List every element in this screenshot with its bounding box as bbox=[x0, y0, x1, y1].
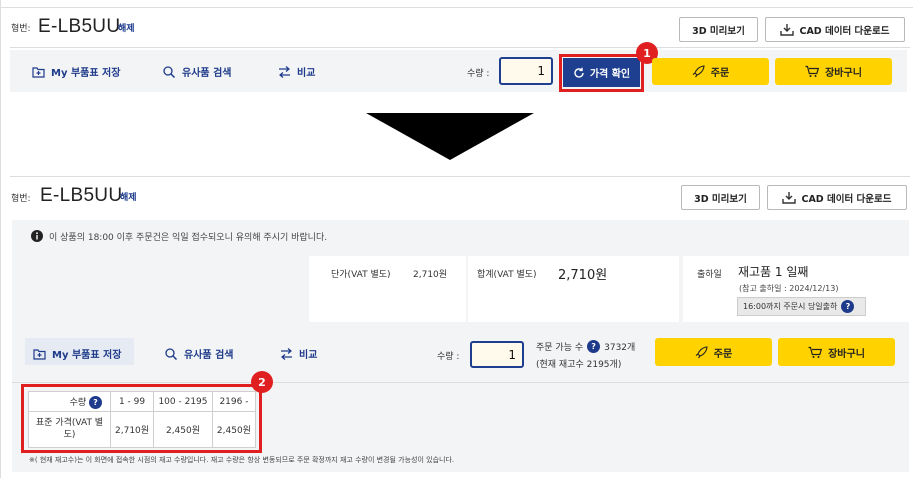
notice-text: 이 상품의 18:00 이후 주문건은 익일 접수되오니 유의해 주시기 바랍니… bbox=[49, 233, 328, 243]
compare-arrows-icon bbox=[279, 65, 290, 78]
clear-link[interactable]: 해제 bbox=[118, 21, 135, 34]
ship-label: 출하일 bbox=[697, 270, 722, 280]
order-label: 주문 bbox=[710, 68, 730, 79]
model-label-2: 형번: bbox=[11, 194, 31, 204]
refresh-icon bbox=[574, 67, 584, 78]
ship-ref-date: (참고 출하일 : 2024/12/13) bbox=[739, 284, 839, 293]
cad-download-button[interactable]: CAD 데이터 다운로드 bbox=[765, 17, 905, 42]
folder-plus-icon bbox=[33, 348, 46, 360]
rocket-icon bbox=[695, 345, 708, 358]
price-check-label: 가격 확인 bbox=[589, 69, 631, 80]
save-bom-label-2: My 부품표 저장 bbox=[52, 350, 122, 361]
cart-label: 장바구니 bbox=[825, 68, 862, 79]
save-bom-label: My 부품표 저장 bbox=[51, 68, 121, 79]
similar-search-label-2: 유사품 검색 bbox=[184, 350, 234, 361]
orderable-value: 3732개 bbox=[604, 343, 636, 353]
help-icon[interactable]: ? bbox=[841, 300, 855, 313]
similar-search-button[interactable]: 유사품 검색 bbox=[162, 64, 231, 79]
total-label: 합계(VAT 별도) bbox=[477, 270, 537, 280]
3d-preview-label: 3D 미리보기 bbox=[692, 25, 745, 37]
similar-search-button-2[interactable]: 유사품 검색 bbox=[164, 346, 233, 361]
orderable-row: 주문 가능 수 ? 3732개 bbox=[536, 340, 635, 353]
cart-button[interactable]: 장바구니 bbox=[775, 58, 892, 85]
similar-search-label: 유사품 검색 bbox=[182, 68, 232, 79]
qty-input-2[interactable]: 1 bbox=[470, 341, 524, 368]
compare-button-2[interactable]: 비교 bbox=[280, 346, 317, 361]
model-number: E-LB5UU bbox=[38, 16, 121, 37]
down-arrow-icon bbox=[366, 113, 534, 160]
compare-label-2: 비교 bbox=[299, 350, 318, 361]
step-badge-2: 2 bbox=[251, 371, 273, 393]
3d-preview-button[interactable]: 3D 미리보기 bbox=[679, 17, 758, 42]
stock-footnote: ※( 현재 재고수)는 이 화면에 접속한 시점의 재고 수량입니다. 재고 수… bbox=[29, 456, 455, 464]
ship-value: 재고품 1 일째 bbox=[738, 265, 809, 279]
cart-label-2: 장바구니 bbox=[828, 348, 865, 360]
search-icon bbox=[165, 348, 178, 360]
folder-plus-icon bbox=[32, 66, 45, 78]
qty-label: 수량 : bbox=[467, 69, 490, 79]
unit-price-box bbox=[309, 256, 466, 322]
table-highlight bbox=[21, 384, 262, 453]
qty-value-2: 1 bbox=[508, 347, 516, 362]
3d-preview-button-2[interactable]: 3D 미리보기 bbox=[681, 185, 760, 210]
order-button-2[interactable]: 주문 bbox=[655, 338, 772, 366]
bottom-top-rule bbox=[10, 176, 910, 177]
top-action-panel bbox=[10, 50, 907, 92]
qty-value: 1 bbox=[537, 64, 545, 78]
download-icon bbox=[782, 192, 797, 204]
unit-price-label: 단가(VAT 별도) bbox=[331, 270, 391, 280]
compare-label: 비교 bbox=[297, 68, 316, 79]
clear-link-2[interactable]: 해제 bbox=[120, 190, 137, 203]
cad-download-button-2[interactable]: CAD 데이터 다운로드 bbox=[767, 185, 907, 210]
search-icon bbox=[163, 66, 176, 78]
cart-button-2[interactable]: 장바구니 bbox=[778, 338, 895, 366]
divider bbox=[12, 382, 909, 383]
cad-download-label: CAD 데이터 다운로드 bbox=[799, 25, 890, 37]
save-bom-button[interactable]: My 부품표 저장 bbox=[32, 64, 120, 79]
rocket-icon bbox=[692, 65, 705, 78]
cart-icon bbox=[805, 65, 820, 77]
cart-icon bbox=[808, 346, 823, 358]
same-day-label: 16:00까지 주문시 당일출하 bbox=[743, 302, 838, 311]
qty-label-2: 수량 : bbox=[437, 352, 460, 362]
order-label-2: 주문 bbox=[713, 348, 733, 360]
compare-arrows-icon bbox=[281, 347, 292, 360]
orderable-label: 주문 가능 수 bbox=[536, 343, 584, 353]
help-icon[interactable]: ? bbox=[587, 340, 601, 353]
info-icon bbox=[31, 230, 43, 242]
save-bom-button-2[interactable]: My 부품표 저장 bbox=[33, 346, 121, 361]
download-icon bbox=[780, 24, 795, 36]
unit-price-value: 2,710원 bbox=[413, 270, 448, 280]
stock-note: (현재 재고수 2195개) bbox=[536, 360, 622, 370]
same-day-badge: 16:00까지 주문시 당일출하 ? bbox=[737, 297, 866, 316]
order-button[interactable]: 주문 bbox=[652, 58, 769, 85]
cad-download-label-2: CAD 데이터 다운로드 bbox=[801, 193, 892, 205]
3d-preview-label-2: 3D 미리보기 bbox=[694, 193, 747, 205]
compare-button[interactable]: 비교 bbox=[278, 64, 315, 79]
qty-input[interactable]: 1 bbox=[499, 57, 553, 85]
price-check-button[interactable]: 가격 확인 bbox=[563, 58, 640, 87]
model-number-2: E-LB5UU bbox=[40, 185, 123, 206]
total-value: 2,710원 bbox=[558, 268, 608, 283]
model-label: 형번: bbox=[11, 24, 31, 34]
